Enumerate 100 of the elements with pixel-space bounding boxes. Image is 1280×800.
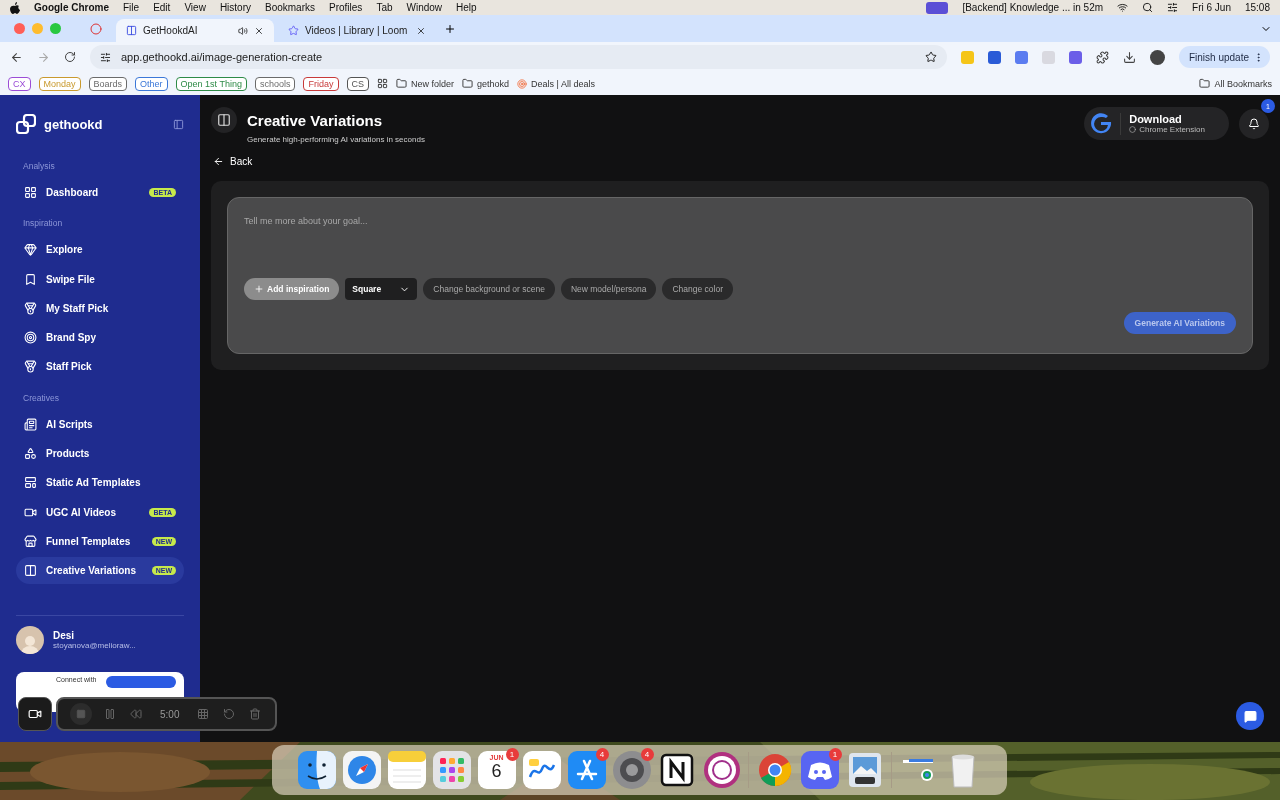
browser-tab[interactable]: Videos | Library | Loom [278,19,436,42]
format-select[interactable]: Square [345,278,418,300]
menubar-date[interactable]: Fri 6 Jun [1192,2,1231,13]
app-menu[interactable]: Google Chrome [34,2,109,13]
bookmark-folder[interactable]: gethokd [462,78,510,89]
notifications-button[interactable] [1239,109,1269,139]
bookmark-chip[interactable]: Boards [88,76,128,91]
control-center-icon[interactable] [1167,2,1179,13]
sidebar-item[interactable]: Explore [16,236,184,264]
close-tab-icon[interactable] [254,25,264,36]
sidebar-item[interactable]: Static Ad Templates [16,469,184,497]
chat-button[interactable] [1236,702,1264,730]
tab-favicon-icon [126,25,137,36]
recording-timer: 5:00 [160,708,180,720]
speaker-icon[interactable] [238,25,248,36]
newspaper-icon [24,417,37,431]
all-bookmarks-folder[interactable]: All Bookmarks [1199,78,1272,89]
bookmark-chip[interactable]: schools [254,76,296,91]
site-settings-icon[interactable] [100,51,111,63]
option-chip[interactable]: Change color [662,278,734,300]
dock-app[interactable] [297,751,336,789]
columns-icon [24,564,37,578]
target-icon [24,331,37,345]
menubar-time[interactable]: 15:08 [1244,2,1270,13]
option-chip[interactable]: New model/persona [560,278,657,300]
screen-share-icon[interactable] [926,1,949,14]
linked-squares-logo-icon [16,114,36,134]
tab-title: GetHookdAI [143,25,199,36]
menu-item[interactable]: File [123,2,140,13]
new-tab-icon[interactable] [444,22,456,35]
dock-app[interactable]: 4 [612,751,651,789]
menu-item[interactable]: Profiles [329,2,363,13]
bookmark-link[interactable]: Deals | All deals [517,78,595,89]
menu-item[interactable]: Help [456,2,477,13]
bookmark-star-icon[interactable] [924,51,937,63]
sidebar-item[interactable]: AI Scripts [16,410,184,438]
download-extension-button[interactable]: Download Chrome Extension [1084,107,1229,140]
item-label: Funnel Templates [46,535,132,547]
dock-app[interactable] [702,751,741,789]
user-avatar[interactable] [16,625,44,654]
menu-item[interactable]: Edit [153,2,171,13]
sidebar-item[interactable]: My Staff Pick [16,294,184,322]
extension-icon[interactable] [1068,50,1082,64]
grid-icon [197,708,210,720]
promo-button[interactable] [106,675,177,688]
prompt-field[interactable]: Tell me more about your goal... Add inspiration Square Change background or scene New model/persona Change color Generate AI Variations [227,197,1253,354]
menu-item[interactable]: View [184,2,206,13]
dock-app[interactable]: 4 [567,751,606,789]
page-title: Creative Variations [247,112,384,129]
sidebar-toggle-button[interactable] [211,107,237,133]
item-label: Static Ad Templates [46,477,142,489]
store-icon [24,534,37,548]
bookmark-chip[interactable]: Friday [303,76,339,91]
extension-icon[interactable] [1014,50,1028,64]
section-heading: Inspiration [23,218,64,229]
template-icon [24,476,37,490]
folder-icon [462,78,474,89]
close-tab-icon[interactable] [416,25,426,36]
apps-grid-icon[interactable] [377,78,388,89]
finish-update-button[interactable]: Finish update [1178,46,1270,68]
medal-icon [24,360,37,374]
extension-icon[interactable] [987,50,1001,64]
section-heading: Analysis [23,161,56,171]
apple-logo-icon[interactable] [10,1,20,14]
calendar-event[interactable]: [Backend] Knowledge ... in 52m [962,2,1104,13]
search-icon[interactable] [1142,2,1154,13]
item-label: Dashboard [46,187,100,198]
profile-avatar[interactable] [1149,49,1165,65]
extensions-puzzle-icon[interactable] [1095,50,1109,64]
bookmark-folder[interactable]: New folder [396,78,455,89]
folder-icon [396,78,407,89]
gem-icon [24,243,37,257]
dock-app[interactable]: 1 [800,751,839,789]
bookmark-chip[interactable]: CX [8,76,31,91]
camera-button[interactable] [18,697,52,731]
menu-item[interactable]: Window [406,2,443,13]
menu-item[interactable]: Bookmarks [265,2,315,13]
sidebar-item[interactable]: Products [16,440,184,468]
collapse-sidebar-icon[interactable] [173,118,184,130]
bookmark-chip[interactable]: Open 1st Thing [175,76,247,91]
user-name: Desi [53,629,76,641]
bell-icon [1248,118,1260,130]
menu-item[interactable]: Tab [376,2,393,13]
menu-item[interactable]: History [219,2,251,13]
browser-tab[interactable]: GetHookdAI [116,19,274,42]
back-link[interactable]: Back [213,156,253,167]
sidebar-item[interactable]: Staff Pick [16,353,184,381]
bookmark-chip[interactable]: Other [135,76,168,91]
address-bar[interactable]: app.gethookd.ai/image-generation-create [90,45,947,69]
medal-icon [24,301,37,315]
reload-icon[interactable] [64,51,76,63]
sidebar-item[interactable]: Swipe File [16,265,184,293]
bookmark-chip[interactable]: CS [346,76,369,91]
back-icon[interactable] [10,50,23,64]
wifi-icon[interactable] [1117,2,1129,13]
download-icon[interactable] [1122,50,1136,64]
option-chip[interactable]: Change background or scene [423,278,555,300]
sidebar-item[interactable]: Brand Spy [16,324,184,352]
panel-icon [217,113,231,127]
goal-input-field[interactable]: Tell me more about your goal... [244,212,1236,278]
